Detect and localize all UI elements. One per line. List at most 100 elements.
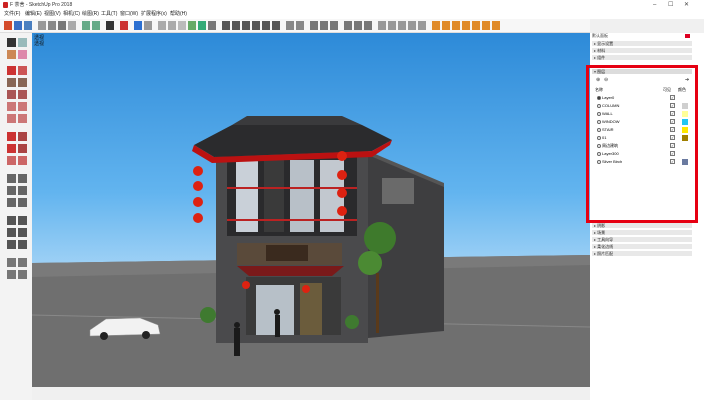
undo-icon[interactable]: [82, 21, 90, 30]
layer-row[interactable]: WINDOW ✓: [594, 118, 690, 126]
rotate-icon[interactable]: [7, 144, 16, 153]
sandbox-icon[interactable]: [378, 21, 386, 30]
paint-bucket-icon[interactable]: [120, 21, 128, 30]
dimension-icon[interactable]: [18, 174, 27, 183]
monochrome-icon[interactable]: [208, 21, 216, 30]
look-around-icon[interactable]: [18, 258, 27, 267]
col-header-color[interactable]: 颜色: [678, 87, 686, 93]
camera-icon[interactable]: [310, 21, 318, 30]
orbit-icon[interactable]: [7, 216, 16, 225]
layer-row[interactable]: Silver Birch ✓: [594, 158, 690, 166]
two-point-arc-icon[interactable]: [18, 102, 27, 111]
move-icon[interactable]: [7, 132, 16, 141]
textured-icon[interactable]: [198, 21, 206, 30]
erase-icon[interactable]: [68, 21, 76, 30]
layer-row[interactable]: 01 ✓: [594, 134, 690, 142]
active-layer-radio[interactable]: [597, 112, 601, 116]
share-model-icon[interactable]: [442, 21, 450, 30]
eraser-tool-icon[interactable]: [18, 50, 27, 59]
menu-window[interactable]: 窗口(W): [120, 10, 138, 19]
axes-icon[interactable]: [7, 198, 16, 207]
active-layer-radio[interactable]: [597, 152, 601, 156]
layer-name[interactable]: STAIR: [602, 126, 613, 134]
3d-text-icon[interactable]: [18, 198, 27, 207]
extension-warehouse-icon[interactable]: [452, 21, 460, 30]
model-viewport[interactable]: 透视 透视: [32, 33, 590, 387]
layer-row[interactable]: WALL ✓: [594, 110, 690, 118]
section-display-icon[interactable]: [296, 21, 304, 30]
tray-close-icon[interactable]: [685, 34, 690, 38]
three-point-arc-icon[interactable]: [7, 114, 16, 123]
rotated-rect-icon[interactable]: [18, 78, 27, 87]
rectangle-icon[interactable]: [7, 78, 16, 87]
menu-help[interactable]: 帮助(H): [170, 10, 187, 19]
visible-checkbox[interactable]: ✓: [670, 127, 675, 132]
active-layer-radio[interactable]: [597, 104, 601, 108]
tape-measure-icon[interactable]: [7, 174, 16, 183]
section-components[interactable]: ▸ 组件: [592, 55, 692, 60]
visible-checkbox[interactable]: ✓: [670, 135, 675, 140]
drape-icon[interactable]: [398, 21, 406, 30]
section-scenes[interactable]: ▸ 场景: [592, 230, 692, 235]
close-button[interactable]: ✕: [684, 0, 689, 10]
iso-view-icon[interactable]: [222, 21, 230, 30]
menu-extensions[interactable]: 扩展程序(x): [141, 10, 167, 19]
select-arrow-icon[interactable]: [7, 38, 16, 47]
flip-edge-icon[interactable]: [418, 21, 426, 30]
maximize-button[interactable]: ☐: [668, 0, 673, 10]
zoom-extents-tool-icon[interactable]: [7, 240, 16, 249]
section-shadows[interactable]: ▸ 阴影: [592, 223, 692, 228]
warehouse-icon[interactable]: [432, 21, 440, 30]
pie-icon[interactable]: [18, 114, 27, 123]
section-instructor[interactable]: ▸ 工具向导: [592, 237, 692, 242]
active-layer-radio[interactable]: [597, 96, 601, 100]
fog-icon[interactable]: [492, 21, 500, 30]
layer-row[interactable]: COLUMN ✓: [594, 102, 690, 110]
section-tool-icon[interactable]: [18, 270, 27, 279]
new-file-icon[interactable]: [14, 21, 22, 30]
active-layer-radio[interactable]: [597, 144, 601, 148]
layer-color-swatch[interactable]: [682, 143, 688, 149]
previous-icon[interactable]: [18, 240, 27, 249]
line-tool-icon[interactable]: [7, 66, 16, 75]
active-layer-radio[interactable]: [597, 160, 601, 164]
pencil-icon[interactable]: [38, 21, 46, 30]
previous-view-icon[interactable]: [364, 21, 372, 30]
print-icon[interactable]: [106, 21, 114, 30]
geo-location-icon[interactable]: [472, 21, 480, 30]
position-camera-icon[interactable]: [320, 21, 328, 30]
layer-name[interactable]: Silver Birch: [602, 158, 622, 166]
menu-edit[interactable]: 编辑(E): [25, 10, 42, 19]
sun-icon[interactable]: [462, 21, 470, 30]
visible-checkbox[interactable]: ✓: [670, 119, 675, 124]
right-view-icon[interactable]: [252, 21, 260, 30]
layer-name[interactable]: Layer300: [602, 150, 619, 158]
layer-color-swatch[interactable]: [682, 159, 688, 165]
visible-checkbox[interactable]: ✓: [670, 103, 675, 108]
xray-icon[interactable]: [144, 21, 152, 30]
layer-name[interactable]: COLUMN: [602, 102, 619, 110]
circle-icon[interactable]: [7, 90, 16, 99]
active-layer-radio[interactable]: [597, 136, 601, 140]
stamp-icon[interactable]: [388, 21, 396, 30]
paint-icon[interactable]: [7, 50, 16, 59]
layer-row[interactable]: Layer0 ✓: [594, 94, 690, 102]
zoom-window-tool-icon[interactable]: [18, 228, 27, 237]
layer-name[interactable]: 周边建筑: [602, 142, 618, 150]
style-icon[interactable]: [158, 21, 166, 30]
active-layer-radio[interactable]: [597, 128, 601, 132]
section-display-settings[interactable]: ▸ 显示设置: [592, 41, 692, 46]
layer-name[interactable]: WINDOW: [602, 118, 620, 126]
follow-me-icon[interactable]: [18, 144, 27, 153]
shaded-icon[interactable]: [188, 21, 196, 30]
layer-color-swatch[interactable]: [682, 151, 688, 157]
delete-layer-icon[interactable]: ⊖: [604, 77, 608, 83]
front-view-icon[interactable]: [242, 21, 250, 30]
make-component-icon[interactable]: [18, 38, 27, 47]
col-header-name[interactable]: 名称: [595, 87, 603, 93]
layer-name[interactable]: Layer0: [602, 94, 614, 102]
visible-checkbox[interactable]: ✓: [670, 111, 675, 116]
redo-icon[interactable]: [92, 21, 100, 30]
hidden-line-icon[interactable]: [178, 21, 186, 30]
pan-icon[interactable]: [18, 216, 27, 225]
